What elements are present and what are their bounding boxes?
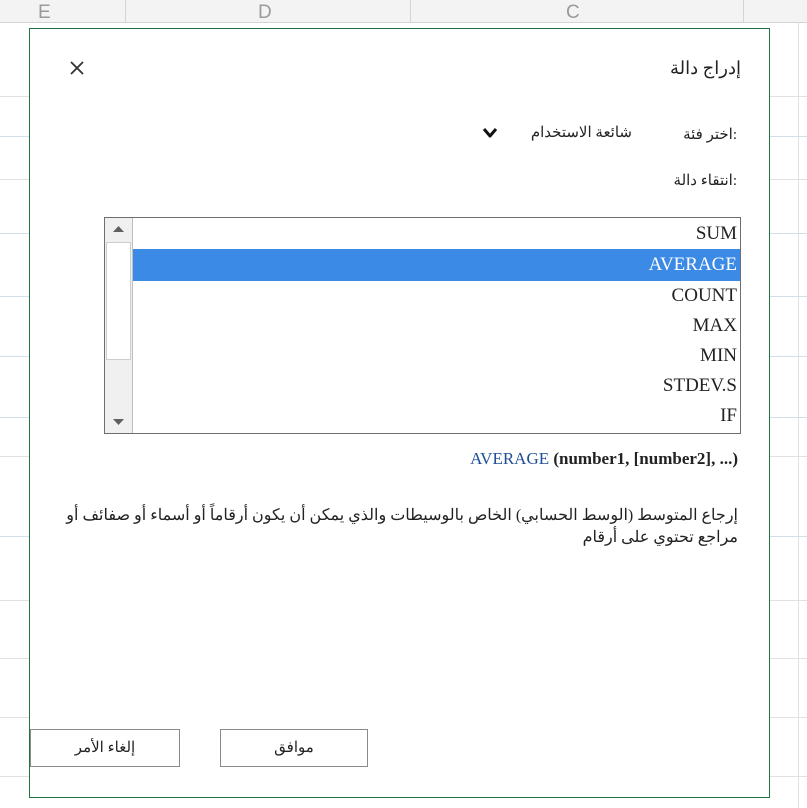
arrow-up-icon (113, 226, 124, 232)
insert-function-dialog: إدراج دالة اختر فئة: شائعة الاستخدام انت… (29, 28, 770, 798)
list-item[interactable]: COUNT (133, 281, 740, 311)
column-header-c[interactable]: C (566, 0, 580, 23)
function-list: SUM AVERAGE COUNT MAX MIN STDEV.S IF (133, 219, 740, 431)
listbox-scrollbar[interactable] (105, 218, 133, 433)
column-header-bar: E D C (0, 0, 807, 23)
list-item[interactable]: IF (133, 401, 740, 431)
scroll-up-button[interactable] (105, 218, 132, 240)
scroll-thumb[interactable] (106, 242, 131, 360)
function-signature: AVERAGE (number1, [number2], ...) (470, 449, 738, 469)
dialog-title: إدراج دالة (670, 58, 741, 78)
pick-function-label: انتقاء دالة: (673, 173, 737, 189)
close-icon (70, 61, 84, 75)
column-header-e[interactable]: E (38, 0, 51, 23)
list-item-selected[interactable]: AVERAGE (133, 249, 740, 281)
arrow-down-icon (113, 419, 124, 425)
list-item[interactable]: MAX (133, 311, 740, 341)
category-select-value: شائعة الاستخدام (530, 125, 632, 141)
chevron-down-icon (482, 128, 498, 138)
signature-function-name: AVERAGE (470, 449, 550, 468)
ok-button[interactable]: موافق (220, 729, 368, 767)
scroll-down-button[interactable] (105, 411, 132, 433)
signature-arguments: (number1, [number2], ...) (553, 449, 738, 468)
list-item[interactable]: STDEV.S (133, 371, 740, 401)
category-select[interactable]: شائعة الاستخدام (472, 116, 640, 148)
function-description: إرجاع المتوسط (الوسط الحسابي) الخاص بالو… (66, 507, 738, 546)
function-listbox[interactable]: SUM AVERAGE COUNT MAX MIN STDEV.S IF (104, 217, 741, 434)
column-divider (410, 0, 411, 22)
category-label: اختر فئة: (683, 127, 737, 143)
column-divider (125, 0, 126, 22)
cancel-button[interactable]: إلغاء الأمر (30, 729, 180, 767)
list-item[interactable]: SUM (133, 219, 740, 249)
close-button[interactable] (66, 57, 88, 79)
column-divider (743, 0, 744, 22)
column-header-d[interactable]: D (258, 0, 272, 23)
list-item[interactable]: MIN (133, 341, 740, 371)
column-gridline (798, 22, 799, 808)
